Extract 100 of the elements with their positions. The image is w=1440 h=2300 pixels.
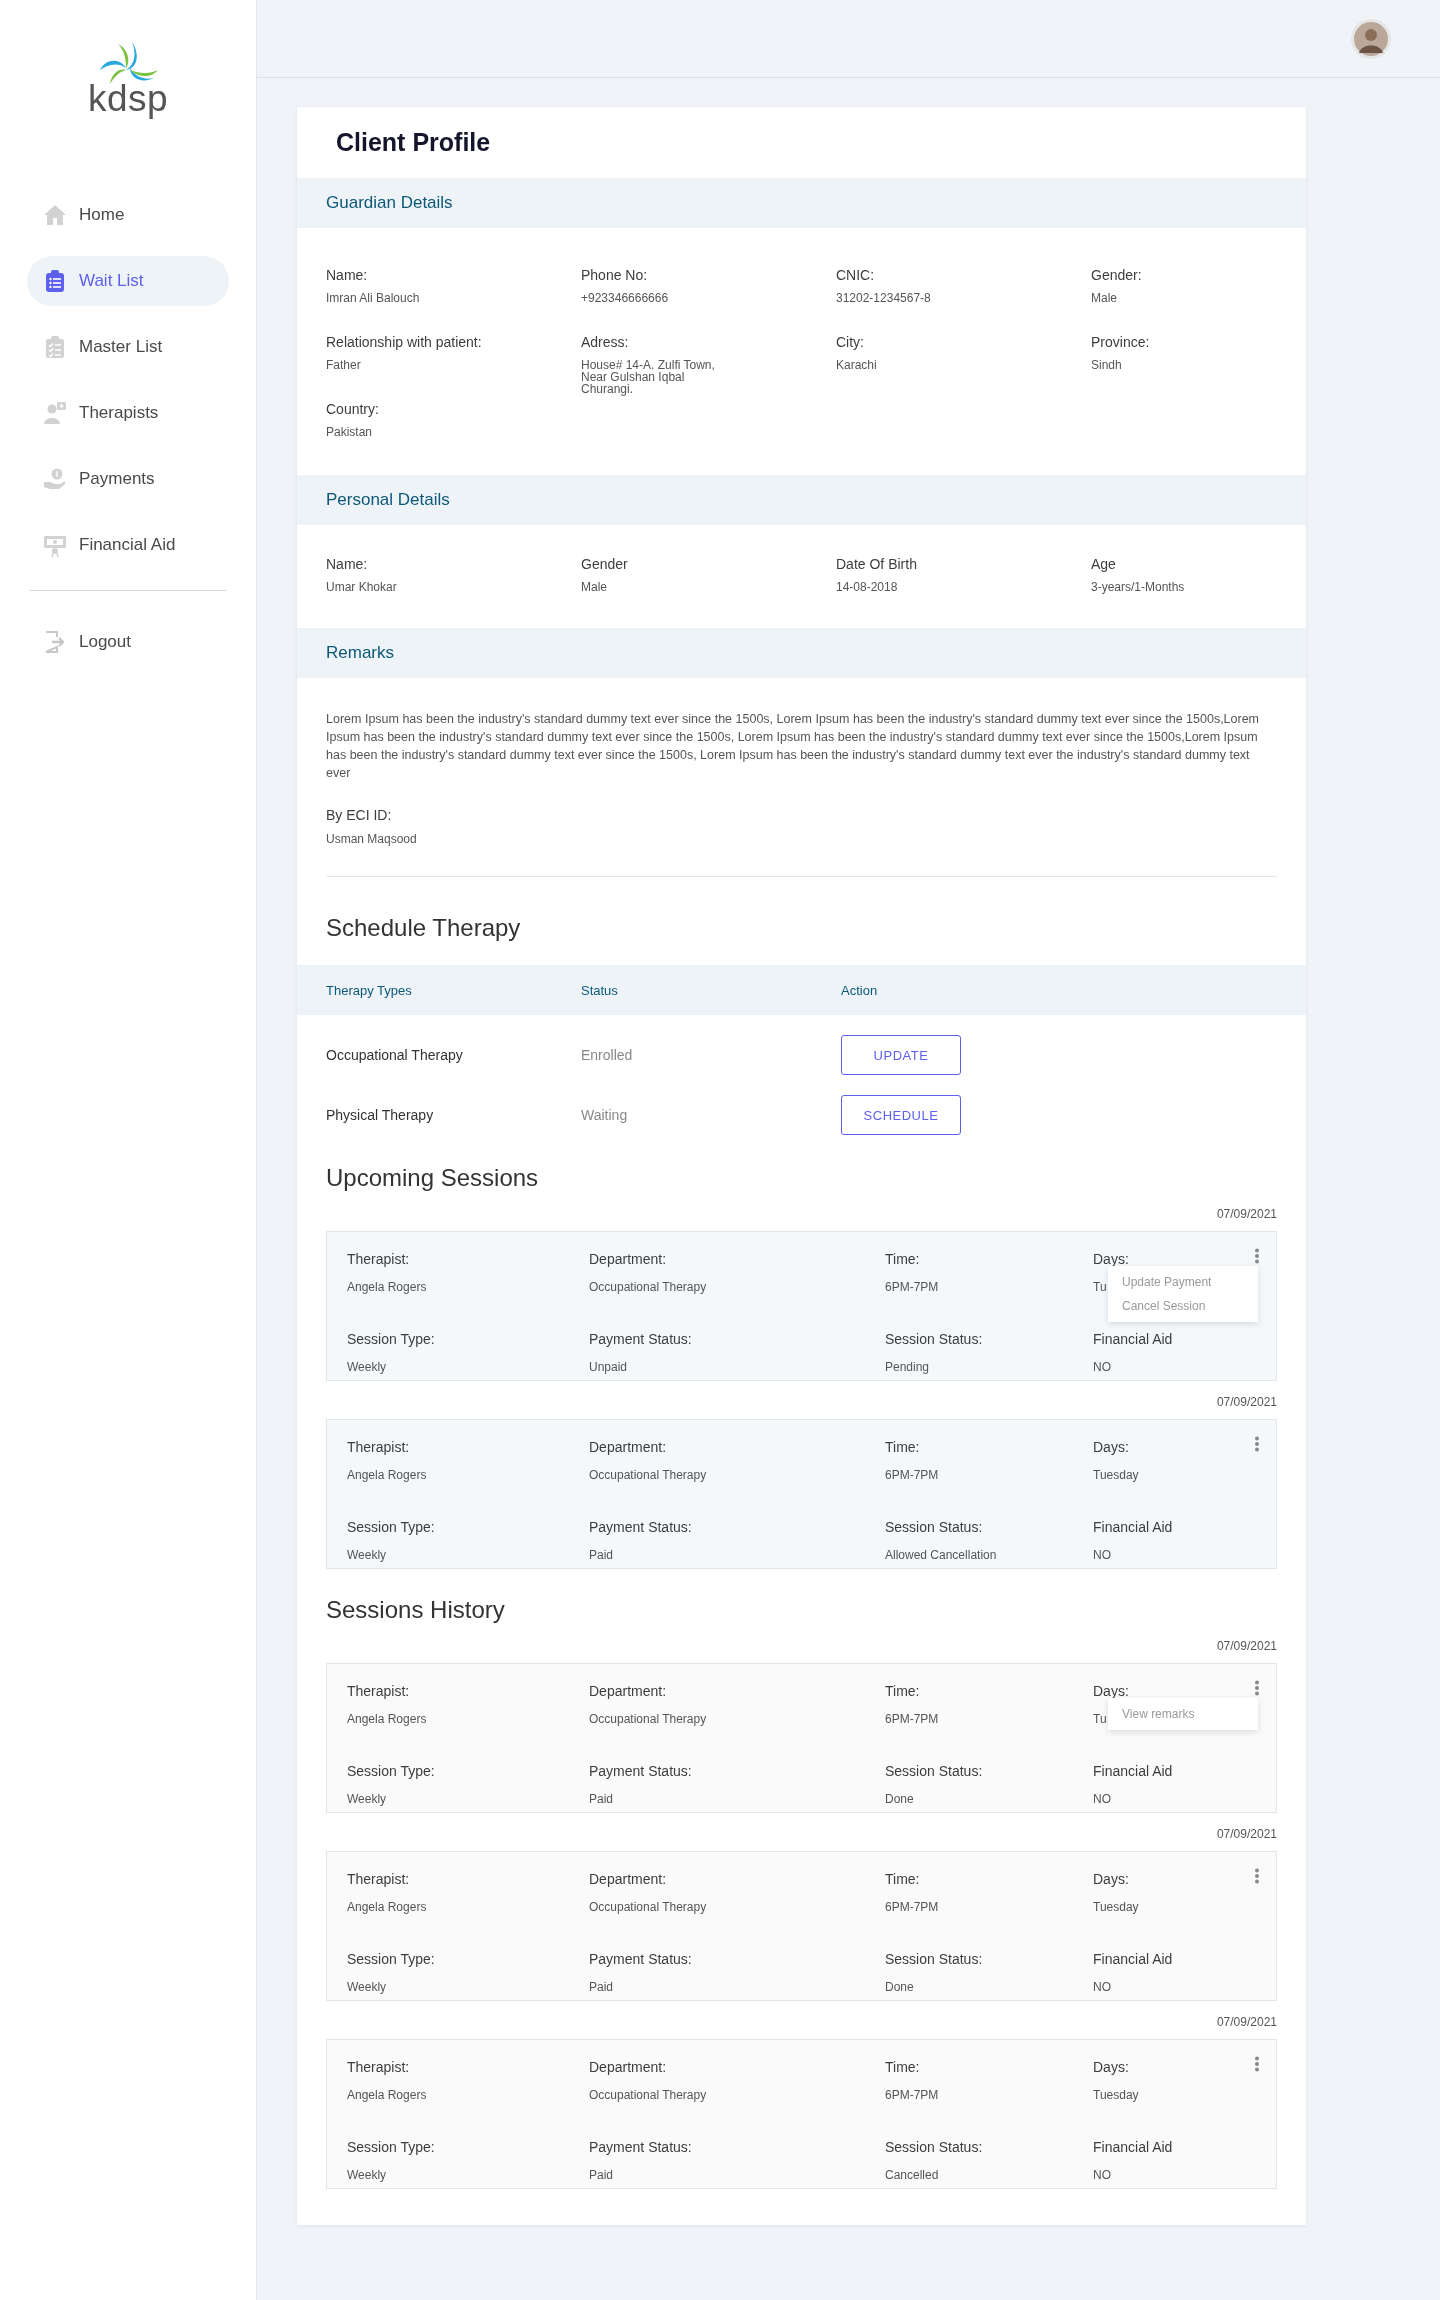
field-value: Cancelled xyxy=(885,2168,939,2182)
session-date: 07/09/2021 xyxy=(1215,2015,1277,2029)
field-label: Financial Aid xyxy=(1093,1518,1173,1536)
field-label: Session Status: xyxy=(885,1330,983,1348)
field-label: Days: xyxy=(1093,1438,1129,1456)
status-text: Waiting xyxy=(581,1107,629,1123)
field-value: Weekly xyxy=(347,1360,387,1374)
field-value: Angela Rogers xyxy=(347,1900,427,1914)
field-label: Time: xyxy=(885,1870,920,1888)
field-label: Session Type: xyxy=(347,2138,435,2156)
field-value: Tuesday xyxy=(1093,2088,1139,2102)
field-value: NO xyxy=(1093,1548,1111,1562)
field-value: Tuesday xyxy=(1093,1900,1139,1914)
field-value: 6PM-7PM xyxy=(885,1280,939,1294)
remarks-text: Lorem Ipsum has been the industry's standard dummy text ever since the 1500s, Lorem Ipsum has been the industry's standard dummy text ever since the 1500s,Lorem Ipsum has been the industry's standard dummy text ever since the 1500s, Lorem Ipsum has been the industry's standard dummy text ever since the 1500s,Lorem Ipsum has been the industry's standard dummy text ever since the 1500s, Lorem Ipsum has been the industry's standard dummy text ever the industry's standard dummy text ever xyxy=(326,711,1261,782)
field-value: Pending xyxy=(885,1360,930,1374)
field-value: Usman Maqsood xyxy=(326,832,418,846)
action-button[interactable]: SCHEDULE xyxy=(841,1095,961,1135)
session-date: 07/09/2021 xyxy=(1215,1395,1277,1409)
field-label: Session Status: xyxy=(885,1518,983,1536)
field-label: Session Type: xyxy=(347,1518,435,1536)
field-label: Therapist: xyxy=(347,1250,410,1268)
field-label: Therapist: xyxy=(347,1438,410,1456)
section-title: Upcoming Sessions xyxy=(326,1163,540,1193)
section-header: Personal Details xyxy=(297,475,1306,525)
field-value: 6PM-7PM xyxy=(885,2088,939,2102)
sidebar-item[interactable]: Home xyxy=(27,190,229,240)
field-label: Department: xyxy=(589,1250,667,1268)
sidebar-item[interactable]: Financial Aid xyxy=(27,520,229,570)
home-icon xyxy=(43,203,67,227)
field-label: Session Type: xyxy=(347,1330,435,1348)
field-label: Department: xyxy=(589,1438,667,1456)
sidebar-item[interactable]: Payments xyxy=(27,454,229,504)
table-cell-text: Physical Therapy xyxy=(326,1107,435,1123)
table-cell-text: Occupational Therapy xyxy=(326,1047,464,1063)
field-value: Occupational Therapy xyxy=(589,1900,707,1914)
kebab-menu-icon[interactable] xyxy=(1254,1248,1260,1264)
field-value: Pakistan xyxy=(326,426,374,438)
kebab-menu-icon[interactable] xyxy=(1254,1680,1260,1696)
sidebar-item[interactable]: Master List xyxy=(27,322,229,372)
sidebar-item[interactable]: Wait List xyxy=(27,256,229,306)
field-value: Occupational Therapy xyxy=(589,2088,707,2102)
kebab-menu-icon[interactable] xyxy=(1254,1436,1260,1452)
field-label: Adress: xyxy=(581,333,630,351)
field-value: NO xyxy=(1093,1980,1111,1994)
field-label: Days: xyxy=(1093,1250,1129,1268)
field-value: Done xyxy=(885,1980,914,1994)
sidebar-item[interactable]: Therapists xyxy=(27,388,229,438)
kebab-menu-icon[interactable] xyxy=(1254,1868,1260,1884)
field-value: Angela Rogers xyxy=(347,1468,427,1482)
field-label: Phone No: xyxy=(581,266,649,284)
field-value: Umar Khokar xyxy=(326,581,398,593)
field-label: Time: xyxy=(885,1682,920,1700)
field-value: Tu xyxy=(1093,1280,1107,1294)
action-button[interactable]: UPDATE xyxy=(841,1035,961,1075)
field-label: Country: xyxy=(326,400,380,418)
field-value: NO xyxy=(1093,1792,1111,1806)
kebab-menu-icon[interactable] xyxy=(1254,2056,1260,2072)
field-label: Relationship with patient: xyxy=(326,333,483,351)
field-label: Payment Status: xyxy=(589,1330,692,1348)
field-value: Imran Ali Balouch xyxy=(326,292,421,304)
logout-link[interactable]: Logout xyxy=(27,617,229,667)
field-value: Paid xyxy=(589,1792,614,1806)
field-value: +923346666666 xyxy=(581,292,670,304)
session-date: 07/09/2021 xyxy=(1215,1639,1277,1653)
field-value: Paid xyxy=(589,1980,614,1994)
field-value: Tu xyxy=(1093,1712,1107,1726)
field-label: Session Type: xyxy=(347,1950,435,1968)
field-value: 31202-1234567-8 xyxy=(836,292,932,304)
field-label: Session Status: xyxy=(885,2138,983,2156)
field-value: 14-08-2018 xyxy=(836,581,899,593)
field-value: Occupational Therapy xyxy=(589,1712,707,1726)
field-label: Gender xyxy=(581,555,629,573)
field-label: Financial Aid xyxy=(1093,1330,1173,1348)
field-label: Payment Status: xyxy=(589,1762,692,1780)
field-value: NO xyxy=(1093,1360,1111,1374)
field-label: City: xyxy=(836,333,865,351)
field-label: Days: xyxy=(1093,1870,1129,1888)
clipboard-list-icon xyxy=(43,269,67,293)
session-date: 07/09/2021 xyxy=(1215,1827,1277,1841)
field-value: Sindh xyxy=(1091,359,1123,371)
field-value: Angela Rogers xyxy=(347,2088,427,2102)
field-label: Financial Aid xyxy=(1093,1950,1173,1968)
field-label: Payment Status: xyxy=(589,1518,692,1536)
field-value: Occupational Therapy xyxy=(589,1280,707,1294)
field-label: Age xyxy=(1091,555,1117,573)
field-value: Unpaid xyxy=(589,1360,628,1374)
field-value: NO xyxy=(1093,2168,1111,2182)
field-label: Gender: xyxy=(1091,266,1143,284)
field-value: Weekly xyxy=(347,1548,387,1562)
field-label: Therapist: xyxy=(347,1682,410,1700)
column-header: Action xyxy=(841,982,879,998)
field-label: Financial Aid xyxy=(1093,1762,1173,1780)
field-value: 3-years/1-Months xyxy=(1091,581,1186,593)
field-label: Session Status: xyxy=(885,1950,983,1968)
field-label: Financial Aid xyxy=(1093,2138,1173,2156)
section-title: Schedule Therapy xyxy=(326,913,522,943)
field-label: CNIC: xyxy=(836,266,876,284)
field-value: Weekly xyxy=(347,1792,387,1806)
status-text: Enrolled xyxy=(581,1047,634,1063)
